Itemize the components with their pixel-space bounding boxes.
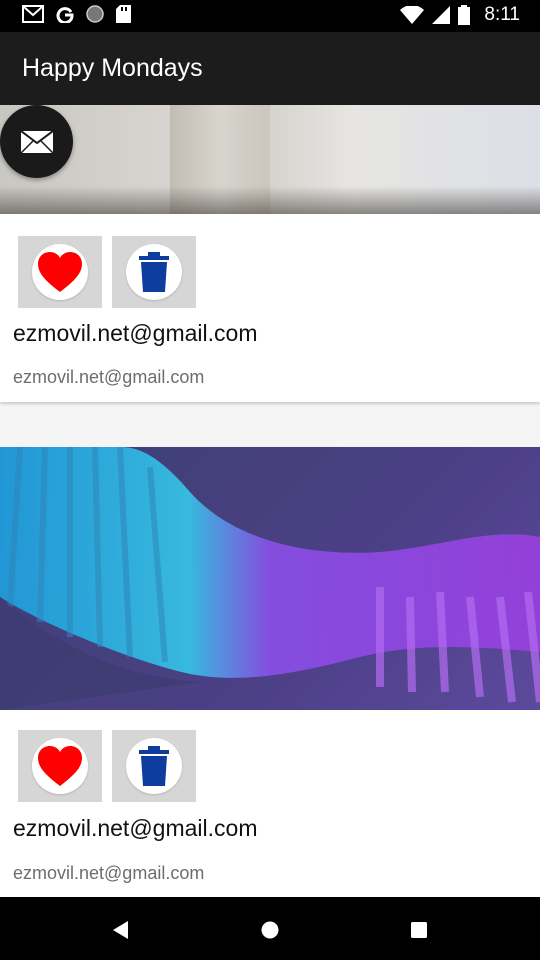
wifi-icon xyxy=(400,6,425,24)
compose-mail-button[interactable] xyxy=(0,105,73,178)
gmail-icon xyxy=(22,5,44,23)
status-time: 8:11 xyxy=(484,4,520,25)
card-title: ezmovil.net@gmail.com xyxy=(13,815,258,841)
status-bar: 8:11 xyxy=(0,0,540,32)
post-card: ezmovil.net@gmail.com ezmovil.net@gmail.… xyxy=(0,447,540,897)
back-icon xyxy=(113,921,128,939)
status-right-icons: 8:11 xyxy=(400,4,520,26)
delete-button-circle xyxy=(126,244,182,300)
like-button[interactable] xyxy=(18,730,102,802)
delete-button[interactable] xyxy=(112,730,196,802)
image-shadow xyxy=(0,186,540,214)
heart-icon xyxy=(38,746,82,786)
like-button[interactable] xyxy=(18,236,102,308)
card-subtitle: ezmovil.net@gmail.com xyxy=(13,863,205,883)
card-actions xyxy=(18,730,196,802)
delete-button-circle xyxy=(126,738,182,794)
card-actions xyxy=(18,236,196,308)
circle-icon xyxy=(86,5,104,23)
abstract-wave-artwork xyxy=(0,447,540,710)
mail-icon xyxy=(20,130,53,153)
navigation-bar xyxy=(0,897,540,960)
trash-icon xyxy=(139,746,169,786)
recents-button[interactable] xyxy=(404,915,434,945)
battery-icon xyxy=(458,5,471,25)
signal-icon xyxy=(432,6,451,24)
app-bar: Happy Mondays xyxy=(0,32,540,105)
card-title: ezmovil.net@gmail.com xyxy=(13,320,258,346)
like-button-circle xyxy=(32,244,88,300)
home-icon xyxy=(261,921,279,939)
page-title: Happy Mondays xyxy=(22,54,203,82)
card-subtitle: ezmovil.net@gmail.com xyxy=(13,367,205,387)
delete-button[interactable] xyxy=(112,236,196,308)
google-icon xyxy=(56,7,74,23)
card-list[interactable]: ezmovil.net@gmail.com ezmovil.net@gmail.… xyxy=(0,105,540,897)
recents-icon xyxy=(411,922,427,938)
post-card: ezmovil.net@gmail.com ezmovil.net@gmail.… xyxy=(0,105,540,402)
like-button-circle xyxy=(32,738,88,794)
status-left-icons xyxy=(22,5,131,23)
card-image[interactable] xyxy=(0,105,540,214)
home-button[interactable] xyxy=(255,915,285,945)
heart-icon xyxy=(38,252,82,292)
trash-icon xyxy=(139,252,169,292)
back-button[interactable] xyxy=(106,915,136,945)
sd-card-icon xyxy=(116,5,131,23)
card-image[interactable] xyxy=(0,447,540,710)
